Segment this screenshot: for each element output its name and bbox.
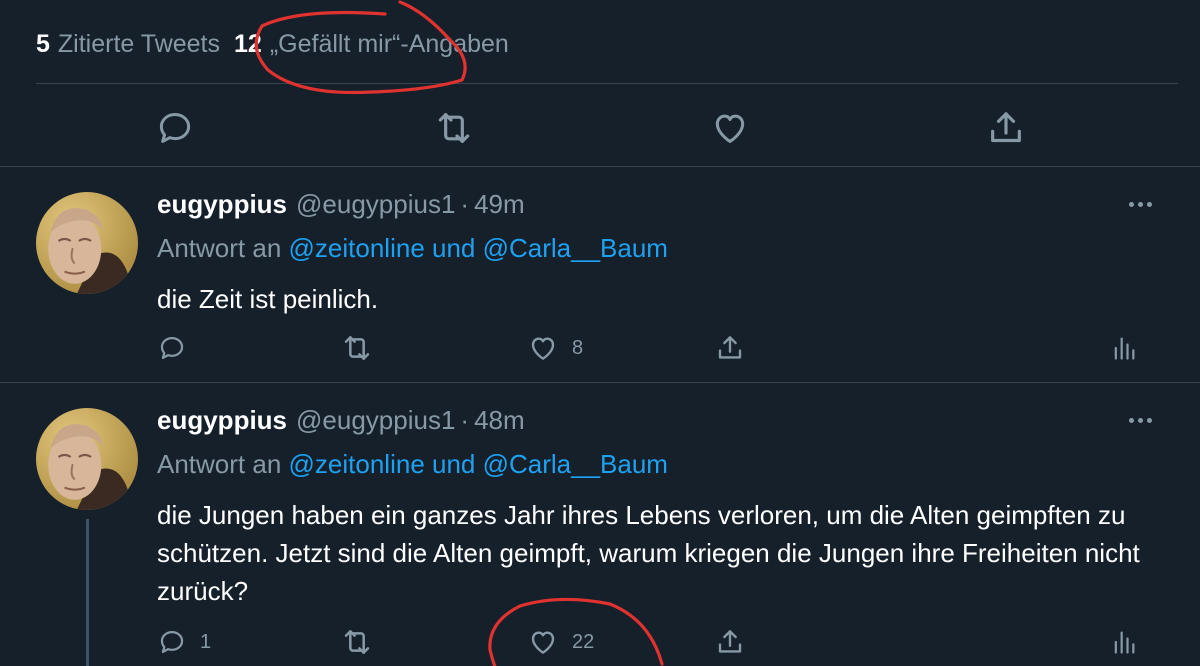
reply-mentions-link[interactable]: @zeitonline und @Carla__Baum [289, 233, 668, 263]
analytics-button[interactable] [1110, 331, 1138, 365]
analytics-icon [1114, 337, 1135, 360]
main-like-button[interactable] [704, 102, 756, 154]
reply-context: Antwort an @zeitonline und @Carla__Baum [157, 449, 668, 480]
reply-count: 1 [200, 630, 212, 653]
quote-label[interactable]: Zitierte Tweets [58, 30, 220, 59]
tweet-text: die Zeit ist peinlich. [157, 284, 379, 314]
reply-prefix: Antwort an [157, 233, 282, 263]
reply-button[interactable] [158, 331, 200, 365]
retweet-icon [344, 630, 370, 654]
tweet-detail-view: 5 Zitierte Tweets 12 „Gefällt mir“-Angab… [0, 0, 1200, 666]
separator: · [460, 189, 470, 219]
user-handle[interactable]: @eugyppius1 [296, 405, 455, 436]
quote-count: 5 [36, 29, 50, 58]
like-count: 8 [572, 336, 584, 359]
reply-tweet[interactable]: eugyppius @eugyppius1 · 49m Antwort an @… [0, 167, 1200, 382]
likes-count: 12 [234, 29, 262, 58]
reply-button[interactable]: 1 [158, 625, 211, 659]
share-icon [991, 112, 1021, 143]
avatar[interactable] [36, 192, 138, 294]
likes-label[interactable]: „Gefällt mir“-Angaben [270, 30, 509, 59]
like-button[interactable]: 22 [528, 625, 594, 659]
more-options-button[interactable] [1120, 192, 1160, 216]
reply-tweet[interactable]: eugyppius @eugyppius1 · 48m Antwort an @… [0, 383, 1200, 666]
more-dots-icon [1128, 201, 1134, 207]
like-icon [531, 631, 555, 654]
timestamp[interactable]: 49m [474, 189, 525, 220]
tweet-header: eugyppius @eugyppius1 · 49m [157, 189, 525, 220]
avatar-portrait [36, 408, 138, 510]
engagement-stats: 5 Zitierte Tweets 12 „Gefällt mir“-Angab… [36, 28, 509, 60]
retweet-icon [344, 336, 370, 360]
more-dots-icon [1128, 417, 1134, 423]
retweet-button[interactable] [341, 331, 373, 365]
reply-icon [160, 630, 184, 654]
retweet-icon [438, 113, 470, 143]
tweet-actions: 8 [0, 331, 1200, 365]
timestamp[interactable]: 48m [474, 405, 525, 436]
share-icon [718, 336, 742, 359]
main-tweet-actions [0, 102, 1200, 154]
like-button[interactable]: 8 [528, 331, 583, 365]
retweet-button[interactable] [341, 625, 373, 659]
main-reply-button[interactable] [149, 102, 201, 154]
reply-context: Antwort an @zeitonline und @Carla__Baum [157, 233, 668, 264]
display-name[interactable]: eugyppius [157, 405, 287, 436]
tweet-actions: 1 22 [0, 625, 1200, 659]
analytics-button[interactable] [1110, 625, 1138, 659]
share-button[interactable] [715, 331, 745, 365]
like-count: 22 [572, 630, 595, 653]
avatar-portrait [36, 192, 138, 294]
share-icon [718, 630, 742, 653]
reply-icon [159, 113, 191, 143]
like-icon [715, 114, 745, 143]
main-share-button[interactable] [980, 102, 1032, 154]
like-icon [531, 337, 555, 360]
share-button[interactable] [715, 625, 745, 659]
analytics-icon [1114, 631, 1135, 654]
avatar[interactable] [36, 408, 138, 510]
user-handle[interactable]: @eugyppius1 [296, 189, 455, 220]
tweet-text: die Jungen haben ein ganzes Jahr ihres L… [157, 500, 1140, 606]
reply-prefix: Antwort an [157, 449, 282, 479]
more-options-button[interactable] [1120, 408, 1160, 432]
separator: · [460, 405, 470, 435]
reply-icon [160, 336, 184, 360]
tweet-header: eugyppius @eugyppius1 · 48m [157, 405, 525, 436]
reply-mentions-link[interactable]: @zeitonline und @Carla__Baum [289, 449, 668, 479]
stats-divider [36, 83, 1178, 84]
main-retweet-button[interactable] [428, 102, 480, 154]
display-name[interactable]: eugyppius [157, 189, 287, 220]
